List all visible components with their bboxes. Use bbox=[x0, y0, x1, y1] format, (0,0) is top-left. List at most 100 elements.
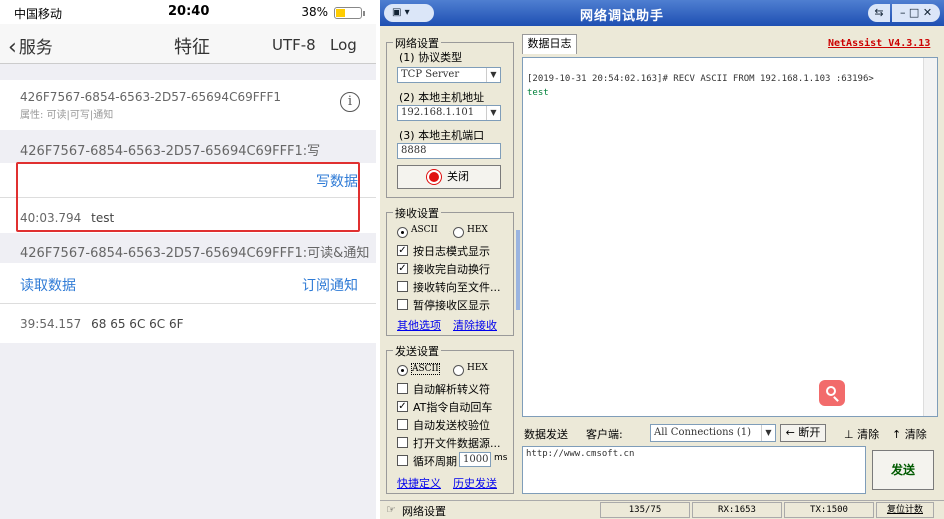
tab-data-send[interactable]: 数据发送 bbox=[524, 426, 568, 442]
version-link[interactable]: NetAssist V4.3.13 bbox=[828, 38, 930, 49]
close-connection-button[interactable]: 关闭 bbox=[397, 165, 501, 189]
status-bar: 中国移动 20:40 38% bbox=[0, 0, 376, 24]
rx-cell: RX:1653 bbox=[692, 502, 782, 518]
phone-screen: 中国移动 20:40 38% ‹ 服务 特征 UTF-8 Log 426F7567… bbox=[0, 0, 376, 519]
send-input[interactable]: http://www.cmsoft.cn bbox=[522, 446, 866, 494]
send-ascii-radio[interactable] bbox=[397, 365, 408, 376]
splitter-handle[interactable] bbox=[516, 230, 520, 310]
host-label: (2) 本地主机地址 bbox=[399, 91, 485, 104]
carrier-label: 中国移动 bbox=[14, 7, 63, 21]
log-button[interactable]: Log bbox=[330, 36, 357, 54]
shortcut-link[interactable]: 快捷定义 bbox=[397, 475, 441, 491]
recv-ascii-label: ASCII bbox=[411, 225, 438, 235]
info-icon[interactable]: i bbox=[340, 92, 360, 112]
host-select[interactable]: 192.168.1.101 ▼ bbox=[397, 105, 501, 121]
send-opt4-checkbox[interactable] bbox=[397, 437, 408, 448]
send-opt1-checkbox[interactable] bbox=[397, 383, 408, 394]
netassist-window: ▣ ▾ 网络调试助手 ⇆ – □ ✕ 网络设置 (1) 协议类型 TCP Ser… bbox=[380, 0, 944, 519]
net-status-label: 网络设置 bbox=[402, 505, 446, 518]
send-opt3-checkbox[interactable] bbox=[397, 419, 408, 430]
recv-opt3-label: 接收转向至文件... bbox=[413, 281, 501, 294]
highlight-box bbox=[16, 162, 360, 232]
protocol-value: TCP Server bbox=[401, 69, 460, 80]
chevron-left-icon: ‹ bbox=[8, 35, 17, 60]
read-section-header: 426F7567-6854-6563-2D57-65694C69FFF1:可读&… bbox=[20, 246, 370, 261]
send-hex-label: HEX bbox=[467, 363, 488, 373]
log-line-header: [2019-10-31 20:54:02.163]# RECV ASCII FR… bbox=[527, 74, 874, 84]
characteristic-props: 属性: 可读|可写|通知 bbox=[20, 110, 114, 121]
recv-clear-link[interactable]: 清除接收 bbox=[453, 317, 497, 333]
encoding-button[interactable]: UTF-8 bbox=[272, 36, 316, 54]
port-label: (3) 本地主机端口 bbox=[399, 129, 485, 142]
send-opt2-checkbox[interactable]: ✓ bbox=[397, 401, 408, 412]
net-settings-group: 网络设置 (1) 协议类型 TCP Server ▼ (2) 本地主机地址 192… bbox=[386, 35, 514, 198]
clear-receive-button[interactable]: ⊥ 清除 bbox=[844, 426, 879, 442]
recv-ascii-radio[interactable] bbox=[397, 227, 408, 238]
window-title: 网络调试助手 bbox=[580, 9, 665, 24]
read-card: 读取数据 订阅通知 39:54.157 68 65 6C 6C 6F bbox=[0, 263, 376, 343]
send-hex-radio[interactable] bbox=[453, 365, 464, 376]
recv-opt4-label: 暂停接收区显示 bbox=[413, 299, 490, 312]
window-controls[interactable]: – □ ✕ bbox=[892, 4, 940, 22]
restore-icon[interactable]: ⇆ bbox=[868, 4, 890, 22]
battery-icon bbox=[334, 7, 365, 19]
read-log-value: 68 65 6C 6C 6F bbox=[91, 317, 184, 331]
client-select[interactable]: All Connections (1) ▼ bbox=[650, 424, 776, 442]
stop-icon bbox=[429, 172, 439, 182]
receive-log-area[interactable]: [2019-10-31 20:54:02.163]# RECV ASCII FR… bbox=[522, 57, 938, 417]
recv-more-options-link[interactable]: 其他选项 bbox=[397, 317, 441, 333]
title-bar: ▣ ▾ 网络调试助手 ⇆ – □ ✕ bbox=[380, 0, 944, 26]
loop-period-input[interactable]: 1000 bbox=[459, 452, 491, 467]
nav-bar: ‹ 服务 特征 UTF-8 Log bbox=[0, 24, 376, 64]
client-value: All Connections (1) bbox=[654, 427, 752, 438]
clear-receive-label: 清除 bbox=[857, 428, 880, 441]
recv-opt3-checkbox[interactable] bbox=[397, 281, 408, 292]
recv-opt4-checkbox[interactable] bbox=[397, 299, 408, 310]
clock: 20:40 bbox=[168, 4, 210, 19]
recv-settings-label: 接收设置 bbox=[393, 205, 441, 221]
close-label: 关闭 bbox=[447, 170, 469, 183]
net-status-icon: ☞ bbox=[386, 503, 396, 516]
subscribe-button[interactable]: 订阅通知 bbox=[302, 275, 358, 295]
count-cell: 135/75 bbox=[600, 502, 690, 518]
host-value: 192.168.1.101 bbox=[401, 107, 475, 118]
send-opt3-label: 自动发送校验位 bbox=[413, 419, 490, 432]
clear-send-button[interactable]: ↑ 清除 bbox=[892, 426, 927, 442]
reset-count-button[interactable]: 复位计数 bbox=[876, 502, 934, 518]
recv-hex-label: HEX bbox=[467, 225, 488, 235]
send-toolbar: 数据发送 客户端: All Connections (1) ▼ ← 断开 ⊥ 清除… bbox=[522, 422, 938, 444]
port-input[interactable]: 8888 bbox=[397, 143, 501, 159]
search-icon[interactable] bbox=[819, 380, 845, 406]
send-settings-group: 发送设置 ASCII HEX 自动解析转义符 ✓ AT指令自动回车 自动发送校验… bbox=[386, 343, 514, 494]
recv-hex-radio[interactable] bbox=[453, 227, 464, 238]
recv-settings-group: 接收设置 ASCII HEX ✓ 按日志模式显示 ✓ 接收完自动换行 接收转向至… bbox=[386, 205, 514, 336]
app-menu-button[interactable]: ▣ ▾ bbox=[384, 4, 434, 22]
chevron-down-icon: ▼ bbox=[761, 425, 775, 441]
characteristic-card[interactable]: 426F7567-6854-6563-2D57-65694C69FFF1 属性:… bbox=[0, 80, 376, 130]
loop-unit-label: ms bbox=[494, 453, 508, 463]
recv-opt2-checkbox[interactable]: ✓ bbox=[397, 263, 408, 274]
disconnect-button[interactable]: ← 断开 bbox=[780, 424, 826, 442]
send-opt2-label: AT指令自动回车 bbox=[413, 401, 493, 414]
log-scrollbar[interactable] bbox=[923, 58, 937, 416]
recv-opt1-checkbox[interactable]: ✓ bbox=[397, 245, 408, 256]
protocol-select[interactable]: TCP Server ▼ bbox=[397, 67, 501, 83]
back-button[interactable]: ‹ 服务 bbox=[8, 33, 53, 60]
disconnect-label: 断开 bbox=[798, 426, 821, 439]
recv-opt1-label: 按日志模式显示 bbox=[413, 245, 490, 258]
battery-label: 38% bbox=[301, 5, 328, 19]
history-link[interactable]: 历史发送 bbox=[453, 475, 497, 491]
tab-data-log[interactable]: 数据日志 bbox=[522, 34, 577, 54]
send-opt4-label: 打开文件数据源... bbox=[413, 437, 501, 450]
send-ascii-label: ASCII bbox=[411, 363, 440, 375]
recv-opt2-label: 接收完自动换行 bbox=[413, 263, 490, 276]
send-button[interactable]: 发送 bbox=[872, 450, 934, 490]
read-data-button[interactable]: 读取数据 bbox=[20, 275, 76, 295]
read-log-time: 39:54.157 bbox=[20, 317, 82, 331]
characteristic-uuid: 426F7567-6854-6563-2D57-65694C69FFF1 bbox=[20, 90, 282, 104]
client-label: 客户端: bbox=[586, 428, 623, 441]
write-section-header: 426F7567-6854-6563-2D57-65694C69FFF1:写 bbox=[20, 144, 321, 159]
clear-send-label: 清除 bbox=[904, 428, 927, 441]
send-loop-checkbox[interactable] bbox=[397, 455, 408, 466]
protocol-label: (1) 协议类型 bbox=[399, 51, 463, 64]
